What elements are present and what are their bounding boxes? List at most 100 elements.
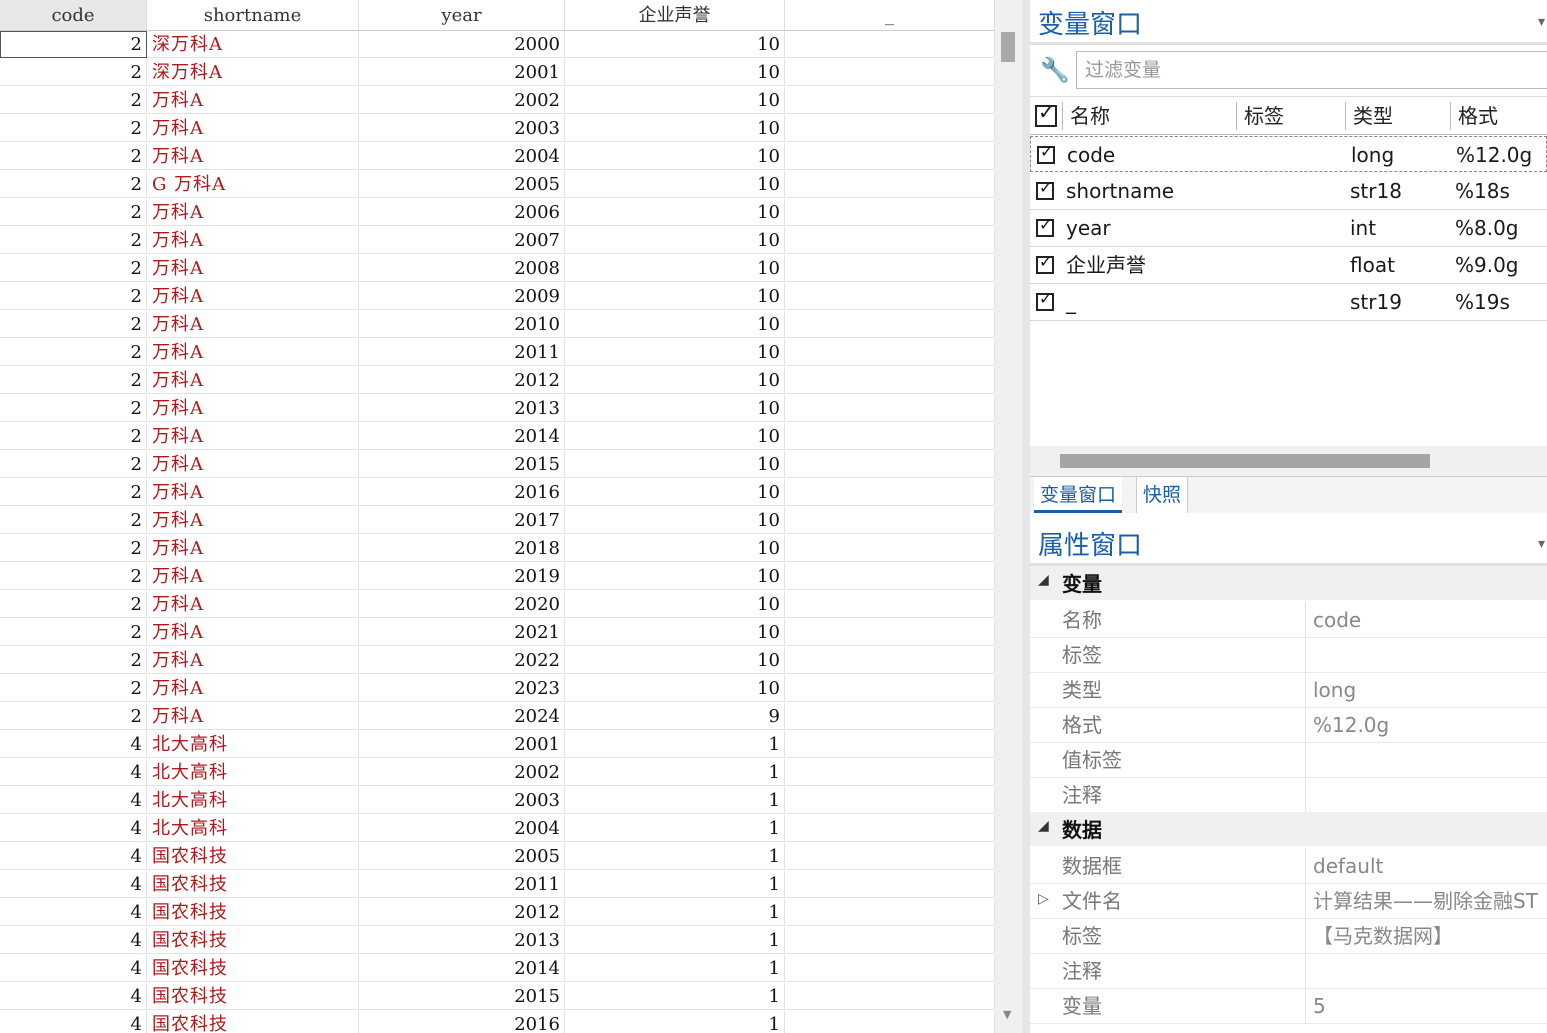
cell-shortname[interactable]: 万科A — [147, 115, 359, 142]
variable-row[interactable]: codelong%12.0g — [1030, 136, 1547, 172]
cell-reputation[interactable]: 10 — [565, 619, 785, 646]
table-row[interactable]: 2万科A201310 — [0, 395, 995, 423]
cell-reputation[interactable]: 10 — [565, 423, 785, 450]
grid-vertical-scrollbar[interactable]: ▼ — [995, 0, 1022, 1033]
table-row[interactable]: 2万科A202210 — [0, 647, 995, 675]
property-row[interactable]: 变量5 — [1030, 988, 1547, 1024]
cell-code[interactable]: 2 — [0, 87, 147, 114]
table-row[interactable]: 2万科A201810 — [0, 535, 995, 563]
cell-shortname[interactable]: 北大高科 — [147, 787, 359, 814]
cell-year[interactable]: 2007 — [359, 227, 565, 254]
cell-shortname[interactable]: 国农科技 — [147, 983, 359, 1010]
cell-underscore[interactable] — [785, 451, 995, 478]
cell-underscore[interactable] — [785, 171, 995, 198]
table-row[interactable]: 2万科A201010 — [0, 311, 995, 339]
cell-code[interactable]: 2 — [0, 507, 147, 534]
cell-shortname[interactable]: 万科A — [147, 423, 359, 450]
cell-reputation[interactable]: 10 — [565, 143, 785, 170]
variable-visible-checkbox[interactable] — [1036, 256, 1054, 274]
column-header-shortname[interactable]: shortname — [147, 0, 359, 30]
cell-code[interactable]: 2 — [0, 451, 147, 478]
cell-underscore[interactable] — [785, 59, 995, 86]
filter-variables-input[interactable] — [1076, 51, 1547, 89]
cell-code[interactable]: 2 — [0, 675, 147, 702]
cell-underscore[interactable] — [785, 731, 995, 758]
cell-code[interactable]: 4 — [0, 787, 147, 814]
table-row[interactable]: 4国农科技20121 — [0, 899, 995, 927]
pin-icon[interactable]: ▾ — [1538, 536, 1545, 552]
cell-shortname[interactable]: 万科A — [147, 87, 359, 114]
cell-year[interactable]: 2014 — [359, 955, 565, 982]
cell-underscore[interactable] — [785, 647, 995, 674]
cell-code[interactable]: 2 — [0, 339, 147, 366]
cell-shortname[interactable]: 万科A — [147, 255, 359, 282]
table-row[interactable]: 4北大高科20041 — [0, 815, 995, 843]
cell-shortname[interactable]: 国农科技 — [147, 1011, 359, 1033]
table-row[interactable]: 4北大高科20011 — [0, 731, 995, 759]
cell-reputation[interactable]: 10 — [565, 311, 785, 338]
cell-reputation[interactable]: 1 — [565, 815, 785, 842]
table-row[interactable]: 2G 万科A200510 — [0, 171, 995, 199]
variables-horizontal-scrollbar[interactable] — [1030, 446, 1547, 476]
header-type[interactable]: 类型 — [1353, 98, 1393, 134]
cell-underscore[interactable] — [785, 591, 995, 618]
table-row[interactable]: 4国农科技20151 — [0, 983, 995, 1011]
variable-row[interactable]: _str19%19s — [1030, 284, 1547, 321]
cell-underscore[interactable] — [785, 199, 995, 226]
cell-shortname[interactable]: 万科A — [147, 535, 359, 562]
cell-shortname[interactable]: 万科A — [147, 507, 359, 534]
cell-code[interactable]: 4 — [0, 955, 147, 982]
cell-underscore[interactable] — [785, 423, 995, 450]
cell-code[interactable]: 4 — [0, 983, 147, 1010]
cell-shortname[interactable]: 万科A — [147, 367, 359, 394]
cell-reputation[interactable]: 1 — [565, 871, 785, 898]
cell-code[interactable]: 2 — [0, 703, 147, 730]
cell-reputation[interactable]: 10 — [565, 367, 785, 394]
cell-reputation[interactable]: 10 — [565, 283, 785, 310]
cell-year[interactable]: 2011 — [359, 339, 565, 366]
cell-year[interactable]: 2006 — [359, 199, 565, 226]
cell-year[interactable]: 2013 — [359, 927, 565, 954]
cell-year[interactable]: 2005 — [359, 843, 565, 870]
data-grid[interactable]: 2深万科A2000102深万科A2001102万科A2002102万科A2003… — [0, 0, 995, 1033]
cell-shortname[interactable]: 万科A — [147, 311, 359, 338]
cell-code[interactable]: 4 — [0, 843, 147, 870]
column-header-year[interactable]: year — [359, 0, 565, 30]
cell-code[interactable]: 4 — [0, 927, 147, 954]
cell-underscore[interactable] — [785, 227, 995, 254]
cell-shortname[interactable]: 万科A — [147, 227, 359, 254]
property-row[interactable]: 值标签 — [1030, 742, 1547, 778]
cell-underscore[interactable] — [785, 955, 995, 982]
cell-underscore[interactable] — [785, 759, 995, 786]
cell-shortname[interactable]: 万科A — [147, 283, 359, 310]
cell-year[interactable]: 2008 — [359, 255, 565, 282]
cell-reputation[interactable]: 1 — [565, 787, 785, 814]
cell-reputation[interactable]: 1 — [565, 955, 785, 982]
cell-underscore[interactable] — [785, 87, 995, 114]
cell-underscore[interactable] — [785, 115, 995, 142]
cell-year[interactable]: 2011 — [359, 871, 565, 898]
variable-row[interactable]: shortnamestr18%18s — [1030, 173, 1547, 210]
cell-underscore[interactable] — [785, 395, 995, 422]
cell-underscore[interactable] — [785, 283, 995, 310]
cell-underscore[interactable] — [785, 927, 995, 954]
cell-code[interactable]: 2 — [0, 367, 147, 394]
cell-code[interactable]: 2 — [0, 115, 147, 142]
cell-year[interactable]: 2018 — [359, 535, 565, 562]
cell-underscore[interactable] — [785, 143, 995, 170]
table-row[interactable]: 4国农科技20131 — [0, 927, 995, 955]
cell-underscore[interactable] — [785, 899, 995, 926]
cell-code[interactable]: 2 — [0, 199, 147, 226]
table-row[interactable]: 2万科A200910 — [0, 283, 995, 311]
cell-underscore[interactable] — [785, 1011, 995, 1033]
cell-year[interactable]: 2017 — [359, 507, 565, 534]
cell-shortname[interactable]: 万科A — [147, 395, 359, 422]
collapse-arrow-icon[interactable]: ◢ — [1038, 572, 1049, 588]
cell-reputation[interactable]: 1 — [565, 1011, 785, 1033]
table-row[interactable]: 4北大高科20031 — [0, 787, 995, 815]
cell-shortname[interactable]: 深万科A — [147, 31, 359, 58]
section-data[interactable]: ◢数据 — [1030, 812, 1547, 846]
cell-reputation[interactable]: 1 — [565, 983, 785, 1010]
cell-shortname[interactable]: 北大高科 — [147, 815, 359, 842]
cell-year[interactable]: 2020 — [359, 591, 565, 618]
